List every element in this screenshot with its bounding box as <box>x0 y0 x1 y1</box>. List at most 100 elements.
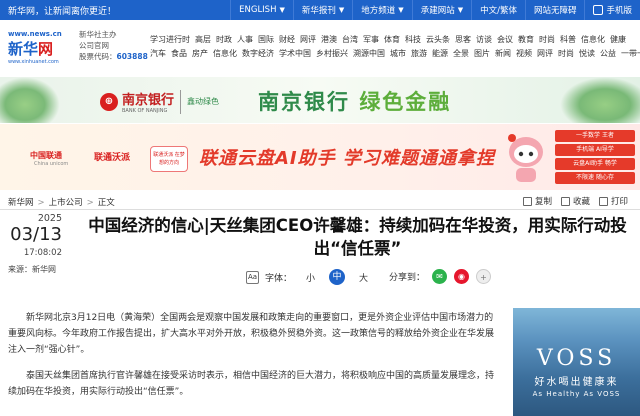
top-link-newspapers[interactable]: 新华报刊 ▼ <box>292 0 352 20</box>
top-link-traditional[interactable]: 中文/繁体 <box>471 0 525 20</box>
nav-link[interactable]: 会议 <box>497 35 513 44</box>
nav-link[interactable]: 信息化 <box>213 49 237 58</box>
nav-link[interactable]: 旅游 <box>411 49 427 58</box>
nav-link[interactable]: 食品 <box>171 49 187 58</box>
chevron-down-icon: ▼ <box>457 6 464 14</box>
article-date: 03/13 <box>10 224 62 245</box>
nav-link[interactable]: 军事 <box>363 35 379 44</box>
nav-link[interactable]: 科普 <box>560 35 576 44</box>
more-share-icon[interactable]: + <box>476 269 492 284</box>
article-time: 17:08:02 <box>23 248 62 258</box>
nav-link[interactable]: 台湾 <box>342 35 358 44</box>
speech-bubble: 联通沃派 在梦想的方向 <box>150 146 188 172</box>
site-logo[interactable]: www.news.cn 新华网 www.xinhuanet.com <box>8 30 68 70</box>
unicom-ad-banner[interactable]: 中国联通 China unicom 联通沃派 联通沃派 在梦想的方向 联通云盘A… <box>0 124 640 190</box>
favorite-button[interactable]: 收藏 <box>560 195 590 207</box>
wechat-icon[interactable]: ✉ <box>432 269 448 284</box>
nav-link[interactable]: 国际 <box>258 35 274 44</box>
font-large-button[interactable]: 大 <box>359 271 368 284</box>
ad-button[interactable]: 一手数学 王者 <box>555 130 635 142</box>
chevron-down-icon: ▼ <box>338 6 345 14</box>
nav-link[interactable]: 房产 <box>192 49 208 58</box>
top-link-local-channels[interactable]: 地方频道 ▼ <box>352 0 411 20</box>
share-bar: 分享到： ✉ ◉ + <box>389 269 492 284</box>
site-header: www.news.cn 新华网 www.xinhuanet.com 新华社主办 … <box>0 20 640 76</box>
nav-link[interactable]: 一带一路 <box>621 49 640 58</box>
breadcrumb-home[interactable]: 新华网 <box>8 198 34 208</box>
nav-link[interactable]: 思客 <box>455 35 471 44</box>
ad-buttons: 一手数学 王者 手机端 AI导学 云盘AI助手 畅学 不限速 随心存 <box>555 130 635 186</box>
ad-button[interactable]: 不限速 随心存 <box>555 172 635 184</box>
ad-headline: 联通云盘AI助手 学习难题通通拿捏 <box>199 148 495 169</box>
nav-link[interactable]: 信息化 <box>581 35 605 44</box>
nav-link[interactable]: 时尚 <box>558 49 574 58</box>
top-link-english[interactable]: ENGLISH ▼ <box>230 0 293 20</box>
nav-link[interactable]: 新闻 <box>495 49 511 58</box>
nav-link[interactable]: 时尚 <box>539 35 555 44</box>
bank-logo: ⊕ 南京银行 BANK OF NANJING 鑫动绿色 <box>100 89 219 114</box>
welcome-text: 新华网，让新闻离你更近！ <box>8 6 117 17</box>
copy-button[interactable]: 复制 <box>522 195 552 207</box>
article-source: 来源：新华网 <box>8 265 56 274</box>
ad-button[interactable]: 云盘AI助手 畅学 <box>555 158 635 170</box>
weibo-icon[interactable]: ◉ <box>454 269 470 284</box>
corp-info: 新华社主办 公司官网 股票代码：603888 <box>79 30 148 61</box>
top-bar: 新华网，让新闻离你更近！ ENGLISH ▼ 新华报刊 ▼ 地方频道 ▼ 承建网站 ▼ … <box>0 0 640 20</box>
top-link-mobile[interactable]: 手机版 <box>584 0 640 20</box>
article-meta: 2025 03/13 17:08:02 来源：新华网 <box>8 213 62 275</box>
nav-link[interactable]: 悦读 <box>579 49 595 58</box>
voss-logo: VOSS <box>536 346 617 371</box>
top-link-accessibility[interactable]: 网站无障碍 <box>524 0 585 20</box>
nav-link[interactable]: 网评 <box>537 49 553 58</box>
article-paragraph: 泰国天丝集团首席执行官许馨雄在接受采访时表示，相信中国经济的巨大潜力，将积极响应… <box>8 371 495 397</box>
nav-link[interactable]: 图片 <box>474 49 490 58</box>
nav-link[interactable]: 能源 <box>432 49 448 58</box>
nav-link[interactable]: 高层 <box>195 35 211 44</box>
phone-icon <box>593 5 604 15</box>
top-bar-links: ENGLISH ▼ 新华报刊 ▼ 地方频道 ▼ 承建网站 ▼ 中文/繁体 网站无障碍 手… <box>230 0 640 20</box>
nav-link[interactable]: 城市 <box>390 49 406 58</box>
font-size-control: Aa 字体： 小 中 大 <box>246 269 368 285</box>
nav-row: 汽车 食品 房产 信息化 数字经济 学术中国 乡村振兴 溯源中国 城市 旅游 能源 全景 图片 新闻 视频网… <box>150 47 640 61</box>
breadcrumb: 新华网 > 上市公司 > 正文 <box>8 198 115 208</box>
nav-link[interactable]: 学术中国 <box>279 49 311 58</box>
nav-link[interactable]: 科技 <box>405 35 421 44</box>
copy-icon <box>522 196 532 206</box>
chevron-down-icon: ▼ <box>398 6 404 14</box>
nav-link[interactable]: 云头条 <box>426 35 450 44</box>
nav-link[interactable]: 乡村振兴 <box>316 49 348 58</box>
bank-ad-banner[interactable]: ⊕ 南京银行 BANK OF NANJING 鑫动绿色 南京银行 绿色金融 <box>0 77 640 123</box>
nav-link[interactable]: 网评 <box>300 35 316 44</box>
breadcrumb-current: 正文 <box>97 198 115 208</box>
nav-link[interactable]: 港澳 <box>321 35 337 44</box>
nav-link[interactable]: 财经 <box>279 35 295 44</box>
printer-icon <box>598 196 608 206</box>
nav-link[interactable]: 健康 <box>610 35 626 44</box>
nav-link[interactable]: 教育 <box>518 35 534 44</box>
nav-link[interactable]: 人事 <box>237 35 253 44</box>
nav-link[interactable]: 时政 <box>216 35 232 44</box>
divider <box>0 209 640 210</box>
font-medium-button[interactable]: 中 <box>329 269 346 285</box>
nav-link[interactable]: 学习进行时 <box>150 35 190 44</box>
nav-link[interactable]: 访谈 <box>476 35 492 44</box>
main-nav: 学习进行时 高层 时政 人事 国际 财经 网评 港澳 台湾 军事 体育 科技 云头条 思客 访谈 会议 教育 时尚… <box>150 33 640 61</box>
font-size-icon: Aa <box>246 270 259 284</box>
nav-link[interactable]: 体育 <box>384 35 400 44</box>
nav-link[interactable]: 数字经济 <box>242 49 274 58</box>
breadcrumb-listed-companies[interactable]: 上市公司 <box>49 198 83 208</box>
nav-link[interactable]: 汽车 <box>150 49 166 58</box>
unicom-logo: 中国联通 <box>30 151 62 160</box>
print-button[interactable]: 打印 <box>598 195 628 207</box>
top-link-hosted-sites[interactable]: 承建网站 ▼ <box>411 0 471 20</box>
ad-button[interactable]: 手机端 AI导学 <box>555 144 635 156</box>
nav-link[interactable]: 全景 <box>453 49 469 58</box>
nav-link[interactable]: 溯源中国 <box>353 49 385 58</box>
font-small-button[interactable]: 小 <box>306 271 315 284</box>
article-year: 2025 <box>37 213 62 224</box>
nav-link[interactable]: 公益 <box>600 49 616 58</box>
article-title: 中国经济的信心|天丝集团CEO许馨雄：持续加码在华投资，用实际行动投出“信任票” <box>88 216 627 258</box>
robot-mascot-icon <box>508 134 543 182</box>
voss-ad[interactable]: VOSS 好水喝出健康来 As Healthy As VOSS <box>513 308 640 416</box>
nav-link[interactable]: 视频 <box>516 49 532 58</box>
